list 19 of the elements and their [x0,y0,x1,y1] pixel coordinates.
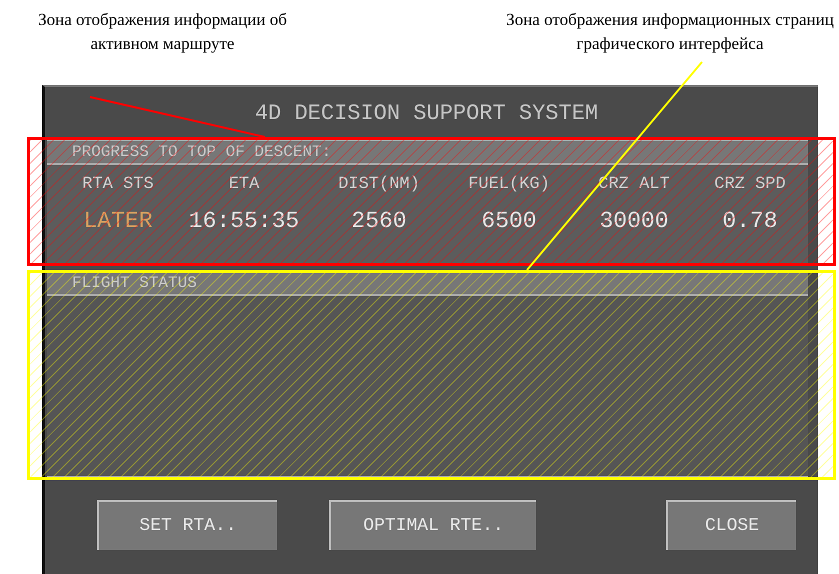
column-label: FUEL(KG) [468,175,550,194]
column-value: 0.78 [722,208,778,234]
column-label: DIST(NM) [338,175,420,194]
panel-button[interactable]: SET RTA.. [97,500,277,550]
column-value: 6500 [481,208,537,234]
panel-button[interactable]: OPTIMAL RTE.. [329,500,536,550]
column-value: LATER [83,208,152,234]
column-label: ETA [228,175,260,194]
column-value: 2560 [351,208,407,234]
annotation-caption: Зона отображения информационных страниц графического интерфейса [505,9,835,55]
section-header: FLIGHT STATUS [47,270,808,296]
column-value: 30000 [599,208,668,234]
column-value: 16:55:35 [188,208,300,234]
window-title: 4D DECISION SUPPORT SYSTEM [254,100,598,126]
section-header: PROGRESS TO TOP OF DESCENT: [47,139,808,165]
column-label: RTA STS [82,175,154,194]
annotation-caption: Зона отображения информации об активном маршруте [37,9,288,55]
column-label: CRZ SPD [714,175,786,194]
panel-button[interactable]: CLOSE [666,500,796,550]
